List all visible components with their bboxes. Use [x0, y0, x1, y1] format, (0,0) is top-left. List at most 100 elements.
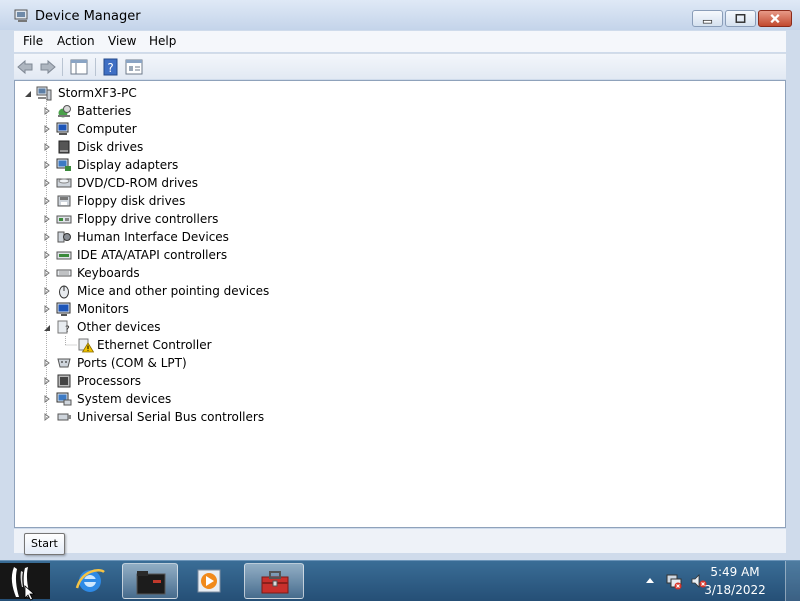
show-desktop-button[interactable] [785, 561, 800, 601]
tree-item-display-adapters[interactable]: Display adapters [15, 156, 335, 174]
maximize-icon [735, 13, 746, 23]
tree-root[interactable]: StormXF3-PC [15, 84, 315, 102]
computer-icon [56, 122, 69, 135]
floppy-controller-icon [56, 215, 72, 224]
expand-triangle-icon[interactable] [43, 125, 51, 133]
toolbar: ? [14, 53, 786, 79]
tree-item-label: System devices [77, 392, 172, 406]
ide-controller-icon [56, 251, 72, 260]
menu-help[interactable]: Help [149, 34, 176, 48]
tree-item-label: Processors [77, 374, 142, 388]
minimize-button[interactable] [692, 10, 723, 27]
tree-item-system-devices[interactable]: System devices [15, 390, 335, 408]
expand-triangle-icon[interactable] [43, 161, 51, 169]
toolbar-separator [62, 58, 63, 76]
taskbar-media-player[interactable] [182, 563, 238, 599]
close-button[interactable] [758, 10, 792, 27]
show-hide-console-tree-icon[interactable] [70, 58, 88, 76]
svg-text:?: ? [65, 325, 70, 335]
warning-icon [78, 338, 94, 353]
keyboard-icon [56, 269, 72, 277]
menu-action[interactable]: Action [57, 34, 95, 48]
title-bar[interactable]: Device Manager [0, 0, 800, 30]
properties-icon[interactable] [125, 58, 143, 76]
expand-triangle-icon[interactable] [43, 179, 51, 187]
clock-date[interactable]: 3/18/2022 [700, 583, 770, 597]
maximize-button[interactable] [725, 10, 756, 27]
expand-triangle-icon[interactable] [43, 197, 51, 205]
tree-item-label: Ports (COM & LPT) [77, 356, 187, 370]
taskbar: 5:49 AM 3/18/2022 [0, 560, 800, 601]
tree-item-floppy-disk-drives[interactable]: Floppy disk drives [15, 192, 335, 210]
taskbar-media-center[interactable] [122, 563, 178, 599]
tree-item-other-devices[interactable]: ? Other devices [15, 318, 335, 336]
tree-item-label: IDE ATA/ATAPI controllers [77, 248, 228, 262]
clock-time[interactable]: 5:49 AM [700, 565, 770, 579]
media-player-icon [197, 569, 221, 593]
tree-item-ide-ata-atapi-controllers[interactable]: IDE ATA/ATAPI controllers [15, 246, 335, 264]
expand-triangle-icon[interactable] [43, 359, 51, 367]
tree-item-label: DVD/CD-ROM drives [77, 176, 199, 190]
expand-triangle-icon[interactable] [43, 395, 51, 403]
status-bar [14, 529, 786, 553]
tree-item-processors[interactable]: Processors [15, 372, 335, 390]
tree-item-label: Floppy drive controllers [77, 212, 219, 226]
hid-icon [57, 231, 71, 243]
tree-item-ethernet-controller[interactable]: Ethernet Controller [15, 336, 315, 354]
battery-icon [58, 105, 71, 118]
tree-item-ports[interactable]: Ports (COM & LPT) [15, 354, 335, 372]
expand-triangle-icon[interactable] [43, 107, 51, 115]
tree-item-label: Mice and other pointing devices [77, 284, 270, 298]
start-button[interactable] [0, 563, 50, 601]
tree-item-label: Floppy disk drives [77, 194, 186, 208]
taskbar-device-manager[interactable] [244, 563, 304, 599]
tree-item-floppy-drive-controllers[interactable]: Floppy drive controllers [15, 210, 335, 228]
tree-item-dvd-cd-rom-drives[interactable]: DVD/CD-ROM drives [15, 174, 335, 192]
disk-drive-icon [58, 140, 70, 154]
mouse-cursor-icon [24, 585, 36, 601]
device-manager-window: Device Manager File Action View Help ? S… [0, 0, 800, 560]
menu-bar: File Action View Help [14, 31, 786, 52]
expand-triangle-icon[interactable] [43, 269, 51, 277]
menu-view[interactable]: View [108, 34, 136, 48]
window-title: Device Manager [35, 9, 141, 24]
menu-file[interactable]: File [23, 34, 43, 48]
expand-triangle-icon[interactable] [43, 413, 51, 421]
collapse-triangle-icon[interactable] [24, 90, 32, 98]
tree-item-label: Other devices [77, 320, 161, 334]
expand-triangle-icon[interactable] [43, 287, 51, 295]
svg-text:?: ? [107, 61, 113, 75]
start-tooltip: Start [24, 533, 65, 555]
expand-triangle-icon[interactable] [43, 233, 51, 241]
expand-triangle-icon[interactable] [43, 377, 51, 385]
tree-item-label: Computer [77, 122, 137, 136]
taskbar-internet-explorer[interactable] [62, 563, 118, 599]
tree-item-mice[interactable]: Mice and other pointing devices [15, 282, 335, 300]
expand-triangle-icon[interactable] [43, 215, 51, 223]
close-icon [770, 13, 780, 24]
show-hidden-icons-icon[interactable] [645, 576, 655, 584]
usb-icon [57, 413, 71, 421]
expand-triangle-icon[interactable] [43, 251, 51, 259]
computer-icon [36, 86, 52, 101]
back-arrow-icon[interactable] [16, 58, 34, 76]
device-tree[interactable]: StormXF3-PC Ethernet Controller Batterie… [14, 80, 786, 528]
tree-item-disk-drives[interactable]: Disk drives [15, 138, 335, 156]
network-icon[interactable] [665, 572, 683, 590]
expand-triangle-icon[interactable] [43, 305, 51, 313]
forward-arrow-icon[interactable] [39, 58, 57, 76]
tree-item-computer[interactable]: Computer [15, 120, 335, 138]
internet-explorer-icon [75, 569, 105, 592]
unknown-device-icon: ? [57, 320, 70, 335]
help-icon[interactable]: ? [102, 58, 120, 76]
tree-item-human-interface-devices[interactable]: Human Interface Devices [15, 228, 335, 246]
collapse-triangle-icon[interactable] [43, 324, 51, 332]
monitor-icon [56, 302, 71, 316]
tree-item-keyboards[interactable]: Keyboards [15, 264, 335, 282]
tree-item-label: Monitors [77, 302, 129, 316]
tree-item-monitors[interactable]: Monitors [15, 300, 335, 318]
tree-item-usb-controllers[interactable]: Universal Serial Bus controllers [15, 408, 335, 426]
tree-item-label: Ethernet Controller [97, 338, 212, 352]
expand-triangle-icon[interactable] [43, 143, 51, 151]
tree-item-batteries[interactable]: Batteries [15, 102, 335, 120]
